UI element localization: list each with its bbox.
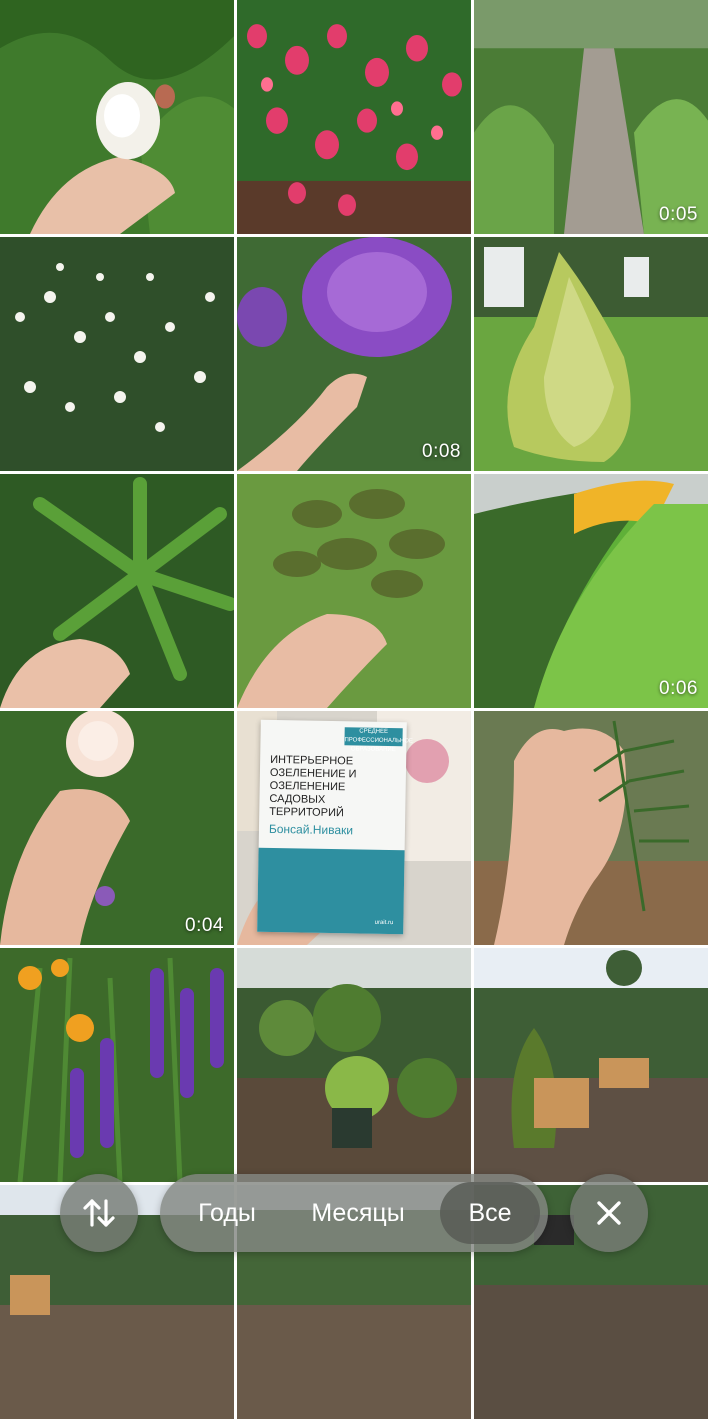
video-duration: 0:08 bbox=[422, 441, 461, 462]
photo-thumbnail[interactable] bbox=[237, 948, 471, 1182]
bottom-toolbar: Годы Месяцы Все bbox=[0, 1168, 708, 1258]
close-button[interactable] bbox=[570, 1174, 648, 1252]
photo-thumbnail[interactable] bbox=[0, 237, 234, 471]
months-tab[interactable]: Месяцы bbox=[298, 1182, 418, 1244]
swap-vertical-icon bbox=[83, 1199, 115, 1227]
video-thumbnail[interactable]: 0:08 bbox=[237, 237, 471, 471]
photo-thumbnail[interactable] bbox=[474, 711, 708, 945]
book-cover: СРЕДНЕЕ ПРОФЕССИОНАЛЬНОЕ ОБРАЗОВАНИЕ ИНТ… bbox=[257, 719, 413, 935]
book-subtitle: Бонсай.Ниваки bbox=[268, 821, 354, 838]
photo-thumbnail[interactable] bbox=[474, 948, 708, 1182]
book-publisher-url: urait.ru bbox=[374, 919, 394, 927]
video-duration: 0:04 bbox=[185, 915, 224, 936]
close-icon bbox=[597, 1201, 621, 1225]
photo-thumbnail[interactable] bbox=[474, 237, 708, 471]
video-thumbnail[interactable]: 0:05 bbox=[474, 0, 708, 234]
video-thumbnail[interactable]: 0:06 bbox=[474, 474, 708, 708]
view-mode-segmented-control: Годы Месяцы Все bbox=[160, 1174, 548, 1252]
photo-thumbnail[interactable]: СРЕДНЕЕ ПРОФЕССИОНАЛЬНОЕ ОБРАЗОВАНИЕ ИНТ… bbox=[237, 711, 471, 945]
all-tab[interactable]: Все bbox=[440, 1182, 540, 1244]
photo-thumbnail[interactable] bbox=[0, 0, 234, 234]
video-thumbnail[interactable]: 0:04 bbox=[0, 711, 234, 945]
photo-thumbnail[interactable] bbox=[237, 474, 471, 708]
sort-button[interactable] bbox=[60, 1174, 138, 1252]
book-title: ИНТЕРЬЕРНОЕ ОЗЕЛЕНЕНИЕ И ОЗЕЛЕНЕНИЕ САДО… bbox=[269, 753, 357, 820]
photo-thumbnail[interactable] bbox=[0, 474, 234, 708]
years-tab[interactable]: Годы bbox=[182, 1182, 272, 1244]
book-series-tag: СРЕДНЕЕ ПРОФЕССИОНАЛЬНОЕ ОБРАЗОВАНИЕ bbox=[344, 727, 413, 754]
video-duration: 0:06 bbox=[659, 678, 698, 699]
photo-thumbnail[interactable] bbox=[237, 0, 471, 234]
video-duration: 0:05 bbox=[659, 204, 698, 225]
photo-thumbnail[interactable] bbox=[0, 948, 234, 1182]
